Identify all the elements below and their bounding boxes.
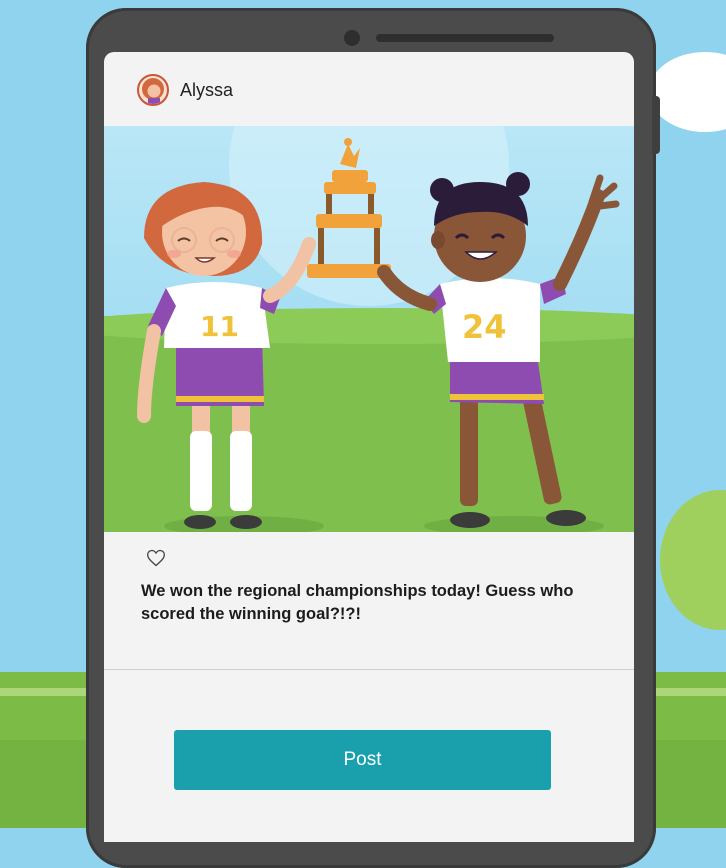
post-illustration: 11 24 bbox=[104, 126, 634, 532]
social-post-screen: Alyssa 11 24 We won the regional champio… bbox=[104, 52, 634, 842]
avatar[interactable] bbox=[137, 74, 169, 106]
divider bbox=[104, 669, 634, 670]
phone-side-button bbox=[652, 96, 660, 154]
heart-outline-icon[interactable] bbox=[146, 548, 166, 568]
post-caption: We won the regional championships today!… bbox=[141, 582, 574, 623]
avatar-face-icon bbox=[142, 78, 164, 104]
post-button[interactable]: Post bbox=[174, 730, 551, 790]
post-header: Alyssa bbox=[104, 52, 634, 126]
phone-speaker bbox=[376, 34, 554, 42]
camera-icon bbox=[344, 30, 360, 46]
jersey-number-left: 11 bbox=[200, 310, 239, 343]
username[interactable]: Alyssa bbox=[180, 80, 233, 101]
jersey-number-right: 24 bbox=[462, 308, 507, 346]
